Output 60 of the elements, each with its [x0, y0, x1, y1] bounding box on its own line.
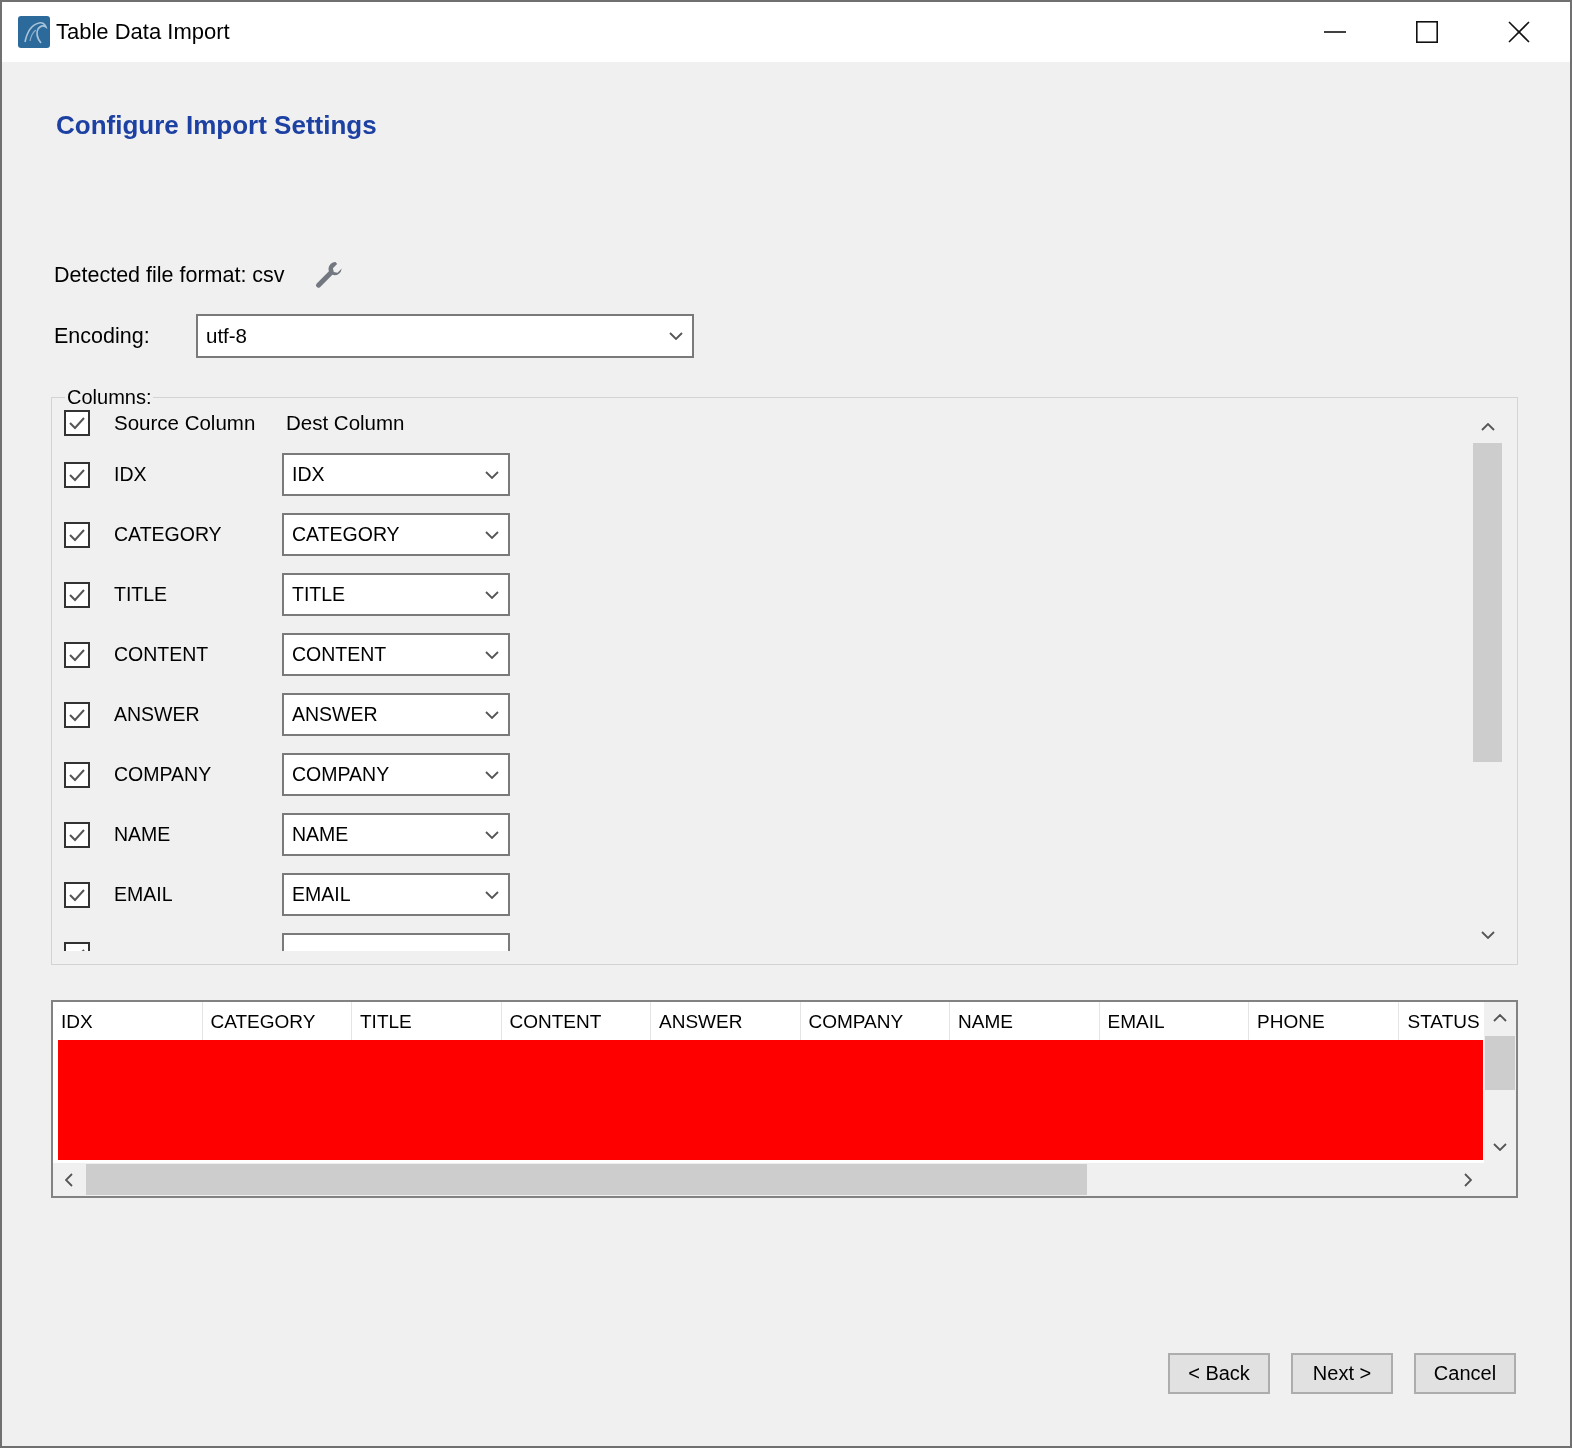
vertical-scrollbar[interactable]: [1484, 1002, 1516, 1163]
chevron-down-icon: [485, 590, 499, 599]
chevron-down-icon: [485, 530, 499, 539]
scroll-left-icon[interactable]: [65, 1172, 73, 1187]
chevron-down-icon: [485, 830, 499, 839]
chevron-down-icon: [669, 332, 683, 340]
minimize-icon: [1324, 31, 1346, 33]
maximize-icon: [1416, 21, 1438, 43]
scroll-down-icon[interactable]: [1493, 1143, 1507, 1151]
scrollbar-thumb[interactable]: [1485, 1036, 1515, 1090]
checkbox[interactable]: [64, 881, 90, 908]
source-column-label: ANSWER: [113, 703, 200, 726]
dest-column-dropdown[interactable]: EMAIL: [282, 873, 510, 916]
chevron-down-icon: [485, 890, 499, 899]
scroll-right-icon[interactable]: [1464, 1172, 1472, 1187]
scroll-up-icon[interactable]: [1493, 1014, 1507, 1022]
encoding-dropdown[interactable]: utf-8: [196, 314, 694, 358]
chevron-down-icon: [485, 650, 499, 659]
scroll-up-icon[interactable]: [1480, 422, 1495, 431]
dest-column-dropdown[interactable]: NAME: [282, 813, 510, 856]
next-button[interactable]: Next >: [1291, 1353, 1393, 1394]
checkbox[interactable]: [64, 641, 90, 668]
horizontal-scrollbar[interactable]: [53, 1163, 1484, 1196]
window-title: Table Data Import: [56, 19, 230, 45]
chevron-down-icon: [485, 710, 499, 719]
dest-column-dropdown[interactable]: IDX: [282, 453, 510, 496]
scrollbar-thumb[interactable]: [86, 1164, 1087, 1195]
scrollbar-thumb[interactable]: [1473, 443, 1502, 762]
dest-column-dropdown[interactable]: CATEGORY: [282, 513, 510, 556]
back-button[interactable]: < Back: [1168, 1353, 1270, 1394]
close-icon: [1508, 21, 1530, 43]
chevron-down-icon: [485, 770, 499, 779]
checkbox[interactable]: [64, 701, 90, 728]
scroll-down-icon[interactable]: [1480, 930, 1495, 939]
source-column-label: CONTENT: [113, 643, 209, 666]
checkbox[interactable]: [64, 581, 90, 608]
dest-column-dropdown[interactable]: TITLE: [282, 573, 510, 616]
source-column-label: EMAIL: [113, 883, 173, 906]
cancel-button[interactable]: Cancel: [1414, 1353, 1516, 1394]
checkbox[interactable]: [64, 821, 90, 848]
checkbox[interactable]: [64, 521, 90, 548]
app-icon: [18, 16, 50, 48]
dest-column-dropdown[interactable]: ANSWER: [282, 693, 510, 736]
column-header: Dest Column: [285, 411, 405, 435]
source-column-label: CATEGORY: [113, 523, 222, 546]
source-column-label: IDX: [113, 463, 147, 486]
page-heading: Configure Import Settings: [56, 110, 377, 140]
dest-column-dropdown[interactable]: COMPANY: [282, 753, 510, 796]
source-column-label: NAME: [113, 823, 171, 846]
source-column-label: TITLE: [113, 583, 168, 606]
source-column-label: COMPANY: [113, 763, 212, 786]
dest-column-dropdown[interactable]: CONTENT: [282, 633, 510, 676]
checkbox[interactable]: [64, 461, 90, 488]
column-header: Source Column: [113, 411, 256, 435]
checkbox[interactable]: [64, 761, 90, 788]
chevron-down-icon: [485, 470, 499, 479]
encoding-label: Encoding:: [54, 323, 151, 349]
column-header: STATUS: [1406, 1010, 1481, 1034]
checkbox[interactable]: [64, 410, 90, 436]
file-format-label: Detected file format: csv: [54, 262, 285, 288]
